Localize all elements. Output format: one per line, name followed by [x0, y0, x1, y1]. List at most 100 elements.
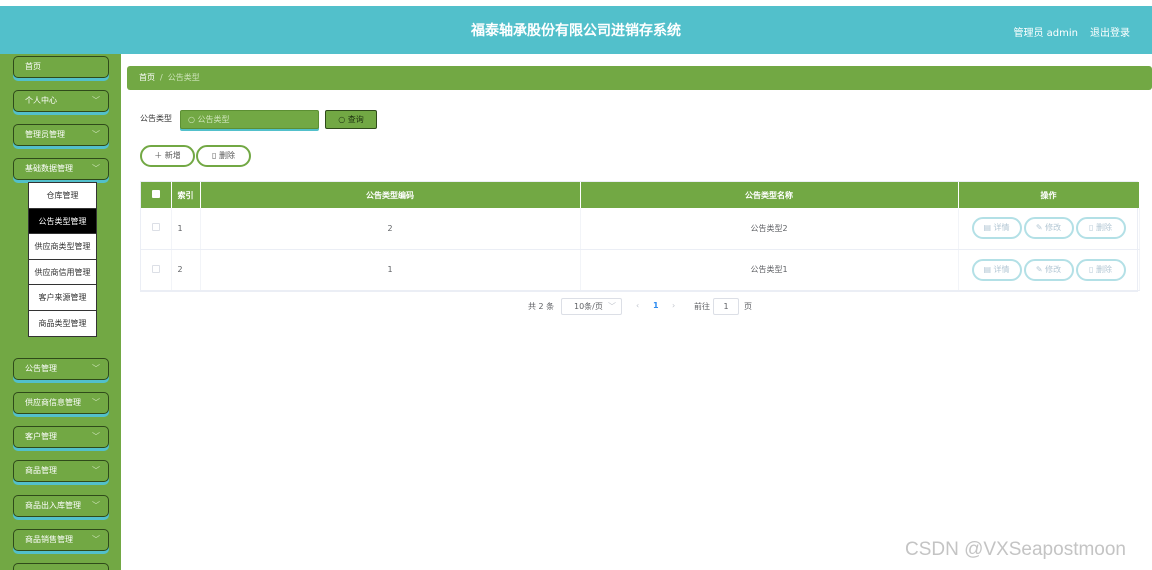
page-number-current[interactable]: 1: [653, 301, 659, 310]
select-all-checkbox[interactable]: [151, 190, 160, 198]
notice-type-table: 索引 公告类型编码 公告类型名称 操作 1 2 公告类型2 ▤ 详情 ✎ 修改 ▯ …: [140, 181, 1140, 292]
chevron-down-icon: ﹀: [92, 164, 100, 173]
submenu-item-supplier-credit[interactable]: 供应商信用管理: [28, 258, 97, 286]
chevron-down-icon: ﹀: [92, 466, 100, 475]
cell-code: 2: [200, 208, 581, 250]
sidebar-item-stock-in-out-management[interactable]: 商品出入库管理 ﹀: [13, 495, 109, 517]
goto-page-input[interactable]: 1: [713, 298, 739, 315]
sidebar-item-label: 客户管理: [25, 432, 57, 441]
page-size-select[interactable]: 10条/页 ﹀: [561, 298, 622, 315]
goto-label: 前往: [694, 302, 710, 311]
search-button-label: 查询: [347, 115, 364, 124]
chevron-down-icon: ﹀: [608, 302, 616, 311]
search-button[interactable]: ○ 查询: [325, 110, 377, 129]
search-placeholder: 公告类型: [197, 115, 230, 124]
row-checkbox[interactable]: [151, 223, 160, 232]
sidebar-item-notice-management[interactable]: 公告管理 ﹀: [13, 358, 109, 380]
table-header-row: 索引 公告类型编码 公告类型名称 操作: [141, 182, 1140, 208]
breadcrumb: 首页 / 公告类型: [127, 66, 1152, 90]
chevron-down-icon: ﹀: [92, 432, 100, 441]
sidebar-item-more[interactable]: [13, 563, 109, 570]
chevron-down-icon: ﹀: [92, 501, 100, 510]
app-title: 福泰轴承股份有限公司进销存系统: [471, 23, 681, 39]
watermark: CSDN @VXSeapostmoon: [905, 539, 1126, 560]
submenu-item-notice-type[interactable]: 公告类型管理: [28, 207, 97, 235]
detail-label: 详情: [993, 223, 1010, 233]
sidebar-item-sales-management[interactable]: 商品销售管理 ﹀: [13, 529, 109, 551]
detail-button[interactable]: ▤ 详情: [971, 217, 1022, 240]
cell-code: 1: [200, 249, 581, 291]
cell-actions: ▤ 详情 ✎ 修改 ▯ 删除: [958, 249, 1140, 291]
batch-delete-button[interactable]: ▯ 删除: [196, 145, 251, 167]
edit-label: 修改: [1045, 223, 1062, 233]
sidebar-item-supplier-info-management[interactable]: 供应商信息管理 ﹀: [13, 392, 109, 414]
sidebar-item-label: 商品管理: [25, 466, 57, 475]
sidebar-item-home[interactable]: 首页: [13, 56, 109, 78]
sidebar-item-label: 首页: [25, 62, 41, 71]
sidebar-item-admin-management[interactable]: 管理员管理 ﹀: [13, 124, 109, 146]
row-select-cell: [141, 208, 172, 250]
column-header-code[interactable]: 公告类型编码: [200, 182, 581, 208]
breadcrumb-separator: /: [160, 73, 163, 82]
chevron-down-icon: ﹀: [92, 535, 100, 544]
row-delete-button[interactable]: ▯ 删除: [1075, 258, 1126, 281]
detail-button[interactable]: ▤ 详情: [971, 258, 1022, 281]
document-icon: ▤: [983, 264, 991, 274]
submenu-item-warehouse[interactable]: 仓库管理: [28, 182, 97, 209]
chevron-down-icon: ﹀: [92, 364, 100, 373]
prev-page-button[interactable]: ‹: [636, 301, 639, 310]
sidebar-item-label: 管理员管理: [25, 130, 65, 139]
plus-icon: ＋: [154, 151, 163, 160]
sidebar-item-label: 商品销售管理: [25, 535, 73, 544]
table-row: 2 1 公告类型1 ▤ 详情 ✎ 修改 ▯ 删除: [141, 249, 1140, 291]
submenu-item-customer-source[interactable]: 客户来源管理: [28, 284, 97, 311]
breadcrumb-home[interactable]: 首页: [139, 73, 155, 82]
sidebar-item-personal-center[interactable]: 个人中心 ﹀: [13, 90, 109, 112]
sidebar-item-label: 公告管理: [25, 364, 57, 373]
select-all-cell: [141, 182, 172, 208]
page-size-value: 10条/页: [574, 302, 603, 311]
cell-index: 2: [171, 249, 201, 291]
column-header-index: 索引: [171, 182, 201, 208]
base-data-submenu: 仓库管理 公告类型管理 供应商类型管理 供应商信用管理 客户来源管理 商品类型管…: [28, 182, 97, 337]
chevron-down-icon: ﹀: [92, 96, 100, 105]
cell-actions: ▤ 详情 ✎ 修改 ▯ 删除: [958, 208, 1140, 250]
pagination-total: 共 2 条: [528, 302, 555, 311]
row-checkbox[interactable]: [151, 264, 160, 273]
sidebar-item-label: 基础数据管理: [25, 164, 73, 173]
search-input[interactable]: ○ 公告类型: [180, 110, 319, 129]
pencil-icon: ✎: [1035, 223, 1043, 233]
cell-name: 公告类型2: [580, 208, 959, 250]
row-delete-button[interactable]: ▯ 删除: [1075, 217, 1126, 240]
sidebar-item-product-management[interactable]: 商品管理 ﹀: [13, 460, 109, 482]
logout-button[interactable]: 退出登录: [1090, 24, 1130, 39]
chevron-down-icon: ﹀: [92, 398, 100, 407]
edit-button[interactable]: ✎ 修改: [1023, 258, 1074, 281]
cell-index: 1: [171, 208, 201, 250]
column-header-name[interactable]: 公告类型名称: [580, 182, 959, 208]
page-unit-label: 页: [744, 302, 752, 311]
edit-button[interactable]: ✎ 修改: [1023, 217, 1074, 240]
row-select-cell: [141, 249, 172, 291]
sidebar-item-label: 商品出入库管理: [25, 501, 81, 510]
edit-label: 修改: [1045, 264, 1062, 274]
trash-icon: ▯: [1089, 264, 1094, 274]
submenu-item-product-type[interactable]: 商品类型管理: [28, 309, 97, 337]
sidebar-item-label: 供应商信息管理: [25, 398, 81, 407]
current-user: 管理员 admin: [1013, 28, 1078, 39]
next-page-button[interactable]: ›: [672, 301, 675, 310]
sidebar-item-customer-management[interactable]: 客户管理 ﹀: [13, 426, 109, 448]
trash-icon: ▯: [1089, 223, 1094, 233]
pencil-icon: ✎: [1035, 264, 1043, 274]
search-icon: ○: [188, 115, 195, 124]
row-delete-label: 删除: [1095, 223, 1112, 233]
add-button[interactable]: ＋ 新增: [140, 145, 195, 167]
cell-name: 公告类型1: [580, 249, 959, 291]
search-icon: ○: [338, 115, 346, 124]
table-row: 1 2 公告类型2 ▤ 详情 ✎ 修改 ▯ 删除: [141, 208, 1140, 250]
column-header-actions: 操作: [958, 182, 1140, 208]
submenu-item-supplier-type[interactable]: 供应商类型管理: [28, 233, 97, 260]
add-button-label: 新增: [164, 151, 181, 160]
delete-button-label: 删除: [218, 151, 235, 160]
sidebar-item-base-data-management[interactable]: 基础数据管理 ﹀: [13, 158, 109, 180]
